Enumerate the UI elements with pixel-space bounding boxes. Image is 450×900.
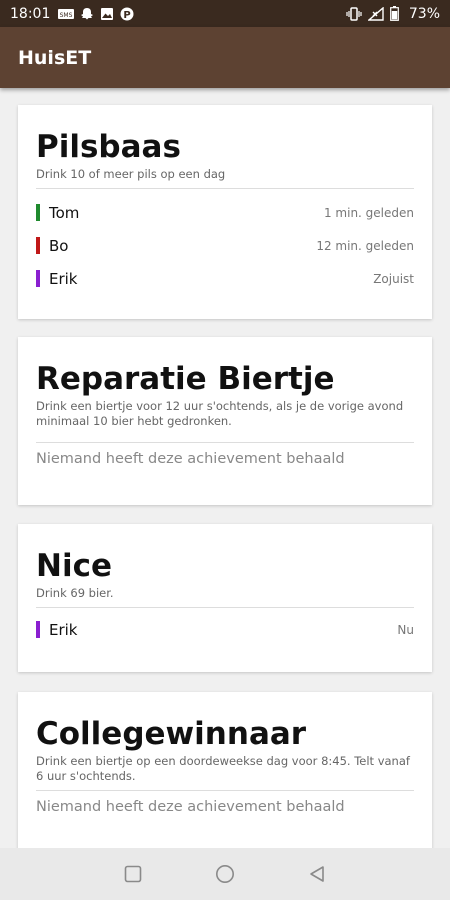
recents-button[interactable] xyxy=(87,865,179,883)
achievement-title: Pilsbaas xyxy=(36,129,181,165)
achiever-row: Tom 1 min. geleden xyxy=(36,196,414,229)
achievement-description: Drink een biertje op een doordeweekse da… xyxy=(36,754,410,783)
achievement-list[interactable]: Pilsbaas Drink 10 of meer pils op een da… xyxy=(0,88,450,848)
achievement-card-reparatie-biertje[interactable]: Reparatie Biertje Drink een biertje voor… xyxy=(18,337,432,505)
image-icon xyxy=(100,7,114,21)
status-time: 18:01 xyxy=(10,5,51,22)
back-button[interactable] xyxy=(271,865,363,883)
achiever-row: Erik Zojuist xyxy=(36,262,414,295)
achiever-name: Erik xyxy=(49,620,78,639)
navigation-bar xyxy=(0,848,450,900)
achieved-time: 12 min. geleden xyxy=(316,238,414,253)
divider xyxy=(36,442,414,443)
no-signal-icon xyxy=(367,6,384,21)
home-circle-icon xyxy=(216,865,234,883)
home-button[interactable] xyxy=(179,864,271,884)
achiever-name: Erik xyxy=(49,269,78,288)
divider xyxy=(36,188,414,189)
app-title: HuisET xyxy=(18,46,92,69)
status-bar: 18:01 SMS P 73% xyxy=(0,0,450,27)
vibrate-icon xyxy=(346,6,362,21)
achievement-description: Drink 10 of meer pils op een dag xyxy=(36,167,226,181)
user-color-bar xyxy=(36,204,40,221)
achievement-title: Collegewinnaar xyxy=(36,716,307,752)
achievement-title: Reparatie Biertje xyxy=(36,361,335,397)
user-color-bar xyxy=(36,270,40,287)
achievement-description: Drink 69 bier. xyxy=(36,586,114,600)
achievement-description: Drink een biertje voor 12 uur s'ochtends… xyxy=(36,399,404,428)
battery-percent: 73% xyxy=(408,5,440,22)
achiever-row: Bo 12 min. geleden xyxy=(36,229,414,262)
no-achievers-text: Niemand heeft deze achievement behaald xyxy=(36,799,345,815)
achieved-time: 1 min. geleden xyxy=(323,205,414,220)
sms-icon: SMS xyxy=(58,8,75,20)
achievement-title: Nice xyxy=(36,548,112,584)
achievement-card-pilsbaas[interactable]: Pilsbaas Drink 10 of meer pils op een da… xyxy=(18,105,432,319)
achievement-card-collegewinnaar[interactable]: Collegewinnaar Drink een biertje op een … xyxy=(18,692,432,848)
divider xyxy=(36,607,414,608)
snapchat-icon xyxy=(80,7,94,21)
achieved-time: Nu xyxy=(397,622,414,637)
system-icons: 73% xyxy=(346,6,440,22)
battery-icon xyxy=(389,6,399,21)
achiever-name: Bo xyxy=(49,236,69,255)
user-color-bar xyxy=(36,621,40,638)
achiever-name: Tom xyxy=(49,203,80,222)
user-color-bar xyxy=(36,237,40,254)
recents-square-icon xyxy=(124,865,142,883)
achiever-row: Erik Nu xyxy=(36,613,414,646)
divider xyxy=(36,790,414,791)
achieved-time: Zojuist xyxy=(373,271,414,286)
svg-text:P: P xyxy=(124,10,131,21)
parking-icon: P xyxy=(120,7,134,21)
no-achievers-text: Niemand heeft deze achievement behaald xyxy=(36,451,345,467)
app-bar: HuisET xyxy=(0,27,450,88)
svg-text:SMS: SMS xyxy=(60,12,73,19)
achievement-card-nice[interactable]: Nice Drink 69 bier. Erik Nu xyxy=(18,524,432,672)
back-triangle-icon xyxy=(310,866,324,882)
